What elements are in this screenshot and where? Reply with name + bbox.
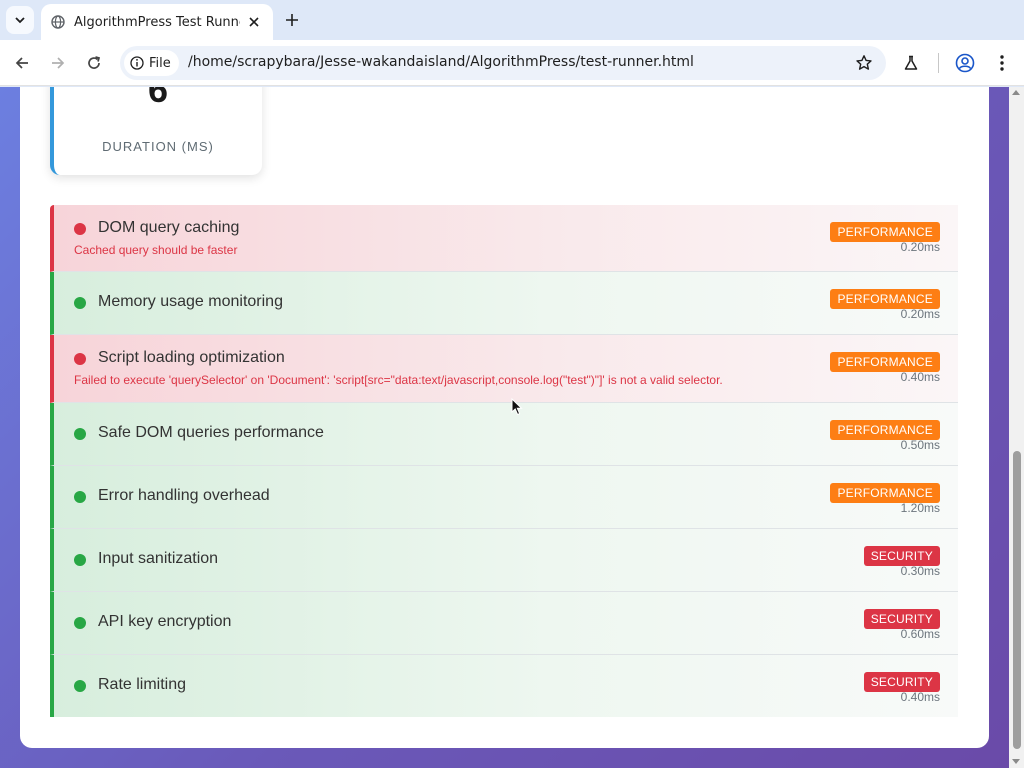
test-row: Safe DOM queries performance PERFORMANCE… — [50, 403, 958, 466]
test-duration: 0.40ms — [900, 370, 940, 384]
category-badge: PERFORMANCE — [830, 483, 940, 503]
status-dot-fail — [74, 223, 86, 235]
url-text[interactable]: /home/scrapybara/Jesse-wakandaisland/Alg… — [188, 54, 694, 70]
info-icon — [130, 56, 144, 70]
status-dot-pass — [74, 554, 86, 566]
test-name: API key encryption — [98, 613, 232, 630]
close-tab-icon[interactable] — [245, 13, 263, 31]
category-badge: PERFORMANCE — [830, 420, 940, 440]
address-bar[interactable]: File /home/scrapybara/Jesse-wakandaislan… — [120, 46, 886, 80]
more-menu-icon[interactable] — [990, 51, 1014, 75]
status-dot-fail — [74, 353, 86, 365]
test-row: API key encryption SECURITY 0.60ms — [50, 592, 958, 655]
test-runner-container: 6 DURATION (MS) DOM query caching Cached… — [20, 87, 989, 748]
status-dot-pass — [74, 491, 86, 503]
mouse-cursor-icon — [511, 398, 523, 416]
category-badge: SECURITY — [863, 672, 940, 692]
test-name: Safe DOM queries performance — [98, 424, 324, 441]
category-badge: SECURITY — [863, 546, 940, 566]
reload-icon — [88, 56, 101, 69]
plus-icon — [286, 14, 298, 26]
scrollbar-thumb[interactable] — [1013, 451, 1021, 749]
labs-flask-icon[interactable] — [899, 51, 923, 75]
test-duration: 0.20ms — [900, 240, 940, 254]
test-name: Script loading optimization — [98, 349, 285, 366]
test-duration: 0.50ms — [900, 438, 940, 452]
category-badge: SECURITY — [863, 609, 940, 629]
status-dot-pass — [74, 680, 86, 692]
tab-title: AlgorithmPress Test Runner — [74, 14, 240, 30]
test-duration: 0.30ms — [900, 564, 940, 578]
test-row: Input sanitization SECURITY 0.30ms — [50, 529, 958, 592]
new-tab-button[interactable] — [282, 10, 302, 30]
back-button[interactable] — [10, 51, 34, 75]
test-row: Memory usage monitoring PERFORMANCE 0.20… — [50, 272, 958, 335]
status-dot-pass — [74, 428, 86, 440]
site-info-chip[interactable]: File — [124, 50, 179, 76]
test-name: DOM query caching — [98, 219, 240, 236]
scroll-down-arrow-icon[interactable] — [1012, 759, 1020, 764]
forward-button[interactable] — [46, 51, 70, 75]
category-badge: PERFORMANCE — [830, 352, 940, 372]
test-duration: 0.20ms — [900, 307, 940, 321]
test-duration: 0.60ms — [900, 627, 940, 641]
test-row: Script loading optimization Failed to ex… — [50, 335, 958, 403]
category-badge: PERFORMANCE — [830, 222, 940, 242]
tab-strip: AlgorithmPress Test Runner — [0, 0, 1024, 40]
duration-value: 6 — [147, 87, 169, 110]
browser-toolbar: File /home/scrapybara/Jesse-wakandaislan… — [0, 40, 1024, 86]
arrow-left-icon — [15, 57, 28, 69]
test-row: Error handling overhead PERFORMANCE 1.20… — [50, 466, 958, 529]
test-results-list: DOM query caching Cached query should be… — [50, 205, 958, 717]
test-name: Memory usage monitoring — [98, 293, 283, 310]
test-name: Error handling overhead — [98, 487, 270, 504]
bookmark-star-icon[interactable] — [854, 53, 874, 73]
reload-button[interactable] — [82, 51, 106, 75]
arrow-right-icon — [52, 57, 65, 69]
test-name: Rate limiting — [98, 676, 187, 693]
toolbar-divider — [938, 53, 939, 73]
test-name: Input sanitization — [98, 550, 219, 567]
page-scrollbar[interactable] — [1009, 87, 1024, 768]
chevron-down-icon — [15, 17, 25, 24]
status-dot-pass — [74, 297, 86, 309]
duration-label: DURATION (MS) — [102, 139, 214, 154]
page-viewport: 6 DURATION (MS) DOM query caching Cached… — [0, 87, 1024, 768]
test-duration: 0.40ms — [900, 690, 940, 704]
duration-stat-card: 6 DURATION (MS) — [50, 87, 262, 175]
file-chip-label: File — [149, 55, 171, 71]
globe-icon — [50, 14, 66, 30]
test-row: DOM query caching Cached query should be… — [50, 205, 958, 272]
test-duration: 1.20ms — [900, 501, 940, 515]
category-badge: PERFORMANCE — [830, 289, 940, 309]
test-error-message: Cached query should be faster — [74, 243, 238, 257]
test-row: Rate limiting SECURITY 0.40ms — [50, 655, 958, 717]
browser-tab-active[interactable]: AlgorithmPress Test Runner — [41, 4, 273, 40]
tab-search-button[interactable] — [6, 6, 34, 34]
test-error-message: Failed to execute 'querySelector' on 'Do… — [74, 373, 723, 387]
status-dot-pass — [74, 617, 86, 629]
profile-avatar-icon[interactable] — [953, 51, 977, 75]
scroll-up-arrow-icon[interactable] — [1012, 90, 1020, 95]
